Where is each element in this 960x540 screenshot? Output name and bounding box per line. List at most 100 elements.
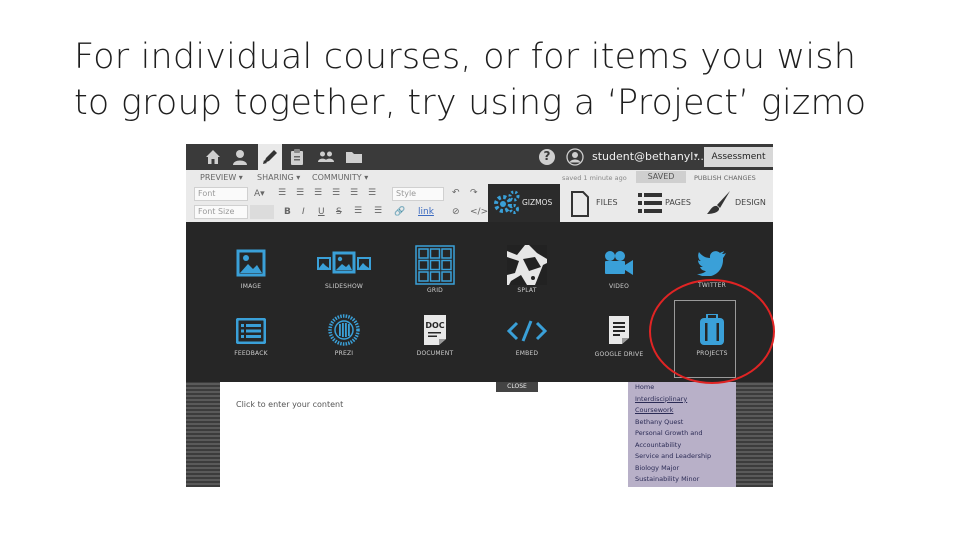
strike-button[interactable]: S xyxy=(336,207,342,217)
slideshow-icon xyxy=(317,251,371,274)
gizmo-label: GRID xyxy=(426,287,443,294)
redo-icon[interactable]: ↷ xyxy=(470,188,478,198)
feedback-icon xyxy=(236,318,266,344)
sidebar-item-bethany-quest[interactable]: Bethany Quest xyxy=(628,417,736,429)
editor-toolbar: PREVIEW ▾ SHARING ▾ COMMUNITY ▾ saved 1 … xyxy=(186,170,773,222)
pages-panel-button[interactable]: PAGES xyxy=(665,184,691,222)
sidebar-item-coursework[interactable]: Coursework xyxy=(628,405,736,417)
italic-button[interactable]: I xyxy=(302,207,305,217)
splat-icon xyxy=(507,245,547,285)
sidebar-item-sustainability-minor[interactable]: Sustainability Minor xyxy=(628,474,736,486)
grid-icon xyxy=(415,245,455,285)
close-button[interactable]: CLOSE xyxy=(496,382,538,392)
help-label: ? xyxy=(543,149,551,163)
document-icon: DOC xyxy=(424,315,446,345)
sidebar-item-personal-growth[interactable]: Personal Growth and xyxy=(628,428,736,440)
embed-icon xyxy=(507,320,547,342)
user-menu-chevron-icon[interactable]: ▾ xyxy=(694,151,698,160)
justify-icon[interactable]: ☰ xyxy=(332,188,340,198)
font-select[interactable]: Font xyxy=(194,187,248,201)
help-icon[interactable]: ? xyxy=(538,148,556,166)
underline-button[interactable]: U xyxy=(318,207,325,217)
slide-title: For individual courses, or for items you… xyxy=(74,34,934,126)
sidebar-item-interdisciplinary[interactable]: Interdisciplinary xyxy=(628,394,736,406)
indent-icon[interactable]: ☰ xyxy=(350,188,358,198)
sidebar-item-home[interactable]: Home xyxy=(628,382,736,394)
style-select[interactable]: Style xyxy=(392,187,444,201)
gizmo-video[interactable]: VIDEO xyxy=(574,249,664,290)
link-button[interactable]: link xyxy=(418,207,434,217)
gizmo-label: SLIDESHOW xyxy=(324,283,364,290)
font-size-select[interactable]: Font Size xyxy=(194,205,248,219)
save-status: saved 1 minute ago xyxy=(562,174,627,182)
top-bar: ? student@bethanyl... ▾ Assessment xyxy=(186,144,773,170)
gizmo-label: DOCUMENT xyxy=(416,350,454,357)
gizmo-slideshow[interactable]: SLIDESHOW xyxy=(299,249,389,290)
gizmo-label: EMBED xyxy=(515,350,539,357)
image-icon xyxy=(236,249,266,277)
sidebar-nav: Home Interdisciplinary Coursework Bethan… xyxy=(628,382,736,487)
gizmo-document[interactable]: DOC DOCUMENT xyxy=(390,314,480,357)
google-drive-icon xyxy=(609,316,629,344)
preview-menu[interactable]: PREVIEW ▾ xyxy=(200,173,243,182)
gizmo-label: PREZI xyxy=(334,350,354,357)
color-swatch[interactable] xyxy=(250,205,274,219)
gizmo-label: IMAGE xyxy=(240,283,262,290)
user-name[interactable]: student@bethanyl... xyxy=(592,150,704,163)
clear-format-icon[interactable]: ⊘ xyxy=(452,207,460,217)
sharing-menu[interactable]: SHARING ▾ xyxy=(257,173,300,182)
community-menu[interactable]: COMMUNITY ▾ xyxy=(312,173,368,182)
gizmo-label: GOOGLE DRIVE xyxy=(594,351,644,358)
align-center-icon[interactable]: ☰ xyxy=(296,188,304,198)
undo-icon[interactable]: ↶ xyxy=(452,188,460,198)
align-right-icon[interactable]: ☰ xyxy=(314,188,322,198)
align-left-icon[interactable]: ☰ xyxy=(278,188,286,198)
video-icon xyxy=(605,251,633,275)
publish-changes-button[interactable]: PUBLISH CHANGES xyxy=(694,174,756,182)
sidebar-item-service-leadership[interactable]: Service and Leadership xyxy=(628,451,736,463)
sidebar-item-biology-major[interactable]: Biology Major xyxy=(628,463,736,475)
gizmo-image[interactable]: IMAGE xyxy=(206,249,296,290)
design-panel-button[interactable]: DESIGN xyxy=(735,184,766,222)
content-area[interactable]: CLOSE Click to enter your content xyxy=(220,382,628,487)
files-panel-button[interactable]: FILES xyxy=(596,184,618,222)
gizmo-label: VIDEO xyxy=(608,283,629,290)
gizmo-label: FEEDBACK xyxy=(234,350,268,357)
gizmo-feedback[interactable]: FEEDBACK xyxy=(206,318,296,357)
file-icon xyxy=(570,191,590,221)
user-icon[interactable] xyxy=(231,148,249,166)
source-code-icon[interactable]: </> xyxy=(470,207,488,217)
prezi-icon xyxy=(328,314,360,346)
page-canvas: CLOSE Click to enter your content Home I… xyxy=(186,382,773,487)
gizmos-label: GIZMOS xyxy=(522,198,553,207)
gizmo-grid[interactable]: GRID xyxy=(390,245,480,294)
numbered-list-icon[interactable]: ☰ xyxy=(374,206,382,216)
outdent-icon[interactable]: ☰ xyxy=(368,188,376,198)
group-icon[interactable] xyxy=(317,148,335,166)
edit-icon xyxy=(261,148,279,166)
sidebar-item-accountability[interactable]: Accountability xyxy=(628,440,736,452)
gears-icon xyxy=(493,190,521,220)
link-icon[interactable]: 🔗 xyxy=(394,207,405,217)
edit-tab-active[interactable] xyxy=(258,144,282,170)
clipboard-icon[interactable] xyxy=(288,148,306,166)
slide-title-line-2: to group together, try using a ‘Project’… xyxy=(74,83,867,123)
home-icon[interactable] xyxy=(204,148,222,166)
paintbrush-icon xyxy=(706,190,732,220)
avatar[interactable] xyxy=(566,148,584,166)
portfolio-selector[interactable]: Assessment xyxy=(704,147,773,167)
content-placeholder[interactable]: Click to enter your content xyxy=(236,400,343,409)
bold-button[interactable]: B xyxy=(284,207,291,217)
twitter-icon xyxy=(697,251,726,276)
list-icon[interactable]: ☰ xyxy=(354,206,362,216)
gizmo-prezi[interactable]: PREZI xyxy=(299,314,389,357)
saved-button[interactable]: SAVED xyxy=(636,171,686,183)
folder-icon[interactable] xyxy=(345,148,363,166)
gizmo-label: SPLAT xyxy=(517,287,537,294)
background-pattern-left xyxy=(186,382,220,487)
background-pattern-right xyxy=(736,382,773,487)
gizmo-splat[interactable]: SPLAT xyxy=(482,245,572,294)
text-size-icon[interactable]: A▾ xyxy=(254,189,265,199)
gizmos-panel-button[interactable]: GIZMOS xyxy=(488,184,560,222)
gizmo-embed[interactable]: EMBED xyxy=(482,320,572,357)
